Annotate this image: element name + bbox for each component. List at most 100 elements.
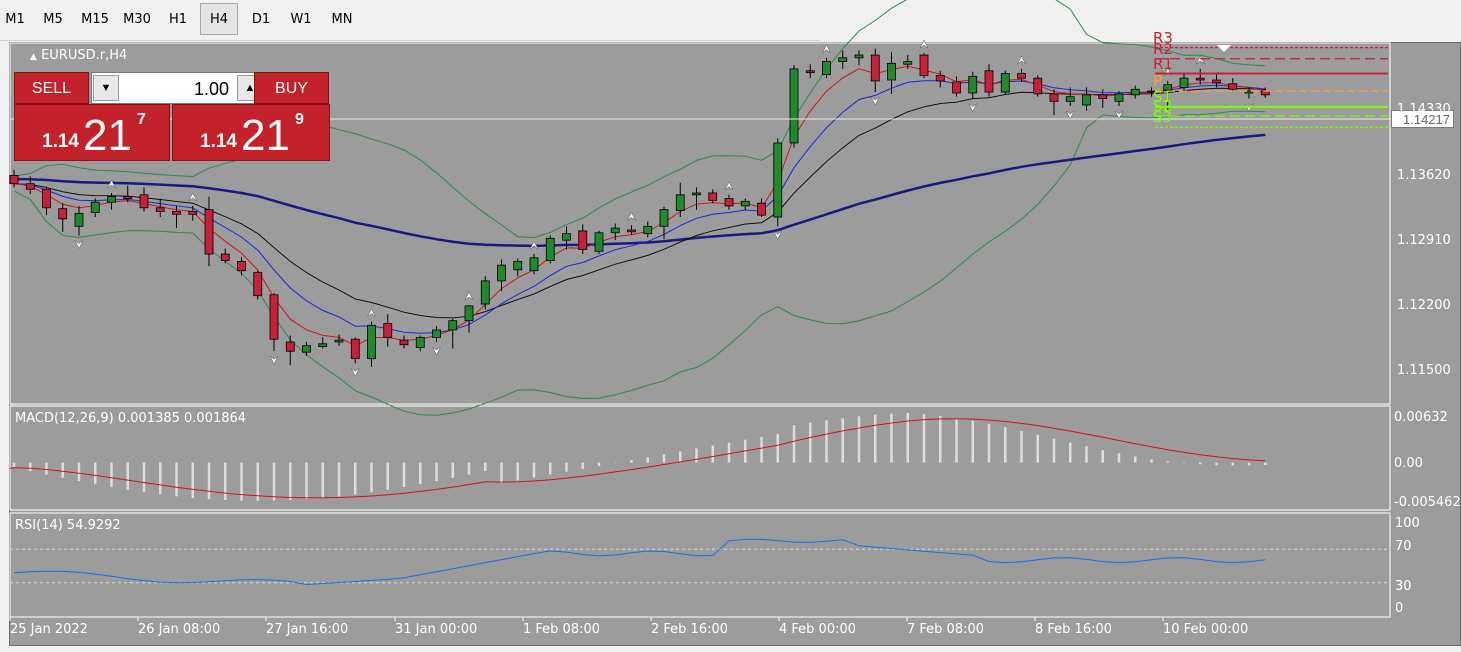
candle-body <box>675 194 685 211</box>
candle-body <box>90 201 100 213</box>
pivot-label-s3: S3 <box>1153 108 1173 127</box>
time-axis-label: 27 Jan 16:00 <box>266 622 349 637</box>
candle-body <box>172 211 181 215</box>
candle-body <box>334 339 344 343</box>
candle-body <box>610 227 620 234</box>
candle-body <box>497 264 506 282</box>
time-axis-label: 2 Feb 16:00 <box>651 622 729 637</box>
price-axis-label: 1.12910 <box>1397 233 1451 248</box>
time-axis-label: 4 Feb 00:00 <box>779 622 857 637</box>
candle-body <box>513 261 523 271</box>
rsi-panel <box>9 512 1391 618</box>
candle-body <box>139 194 149 209</box>
candle-body <box>838 57 848 62</box>
price-axis-label: 1.11500 <box>1397 363 1451 378</box>
price-axis-label: 1.14330 <box>1397 102 1451 117</box>
candle-body <box>935 74 945 82</box>
time-axis-label: 1 Feb 08:00 <box>523 622 601 637</box>
candle-body <box>968 75 978 94</box>
buy-price-box[interactable]: 1.14 21 9 <box>172 104 330 161</box>
candle-body <box>627 229 636 233</box>
candle-body <box>789 68 799 144</box>
candle-body <box>350 338 360 360</box>
candle-body <box>952 81 961 94</box>
candle-body <box>773 142 783 218</box>
candle-body <box>1114 93 1124 102</box>
candle-body <box>42 188 51 209</box>
lot-size-field[interactable]: ▼ 1.00 ▲ <box>91 72 265 104</box>
candle-body <box>1195 77 1205 81</box>
bottom-tab-strip <box>0 646 1461 652</box>
rsi-label: RSI(14) 54.9292 <box>15 518 121 533</box>
candle-body <box>204 209 214 255</box>
candle-body <box>578 230 588 250</box>
candle-body <box>9 174 19 185</box>
one-click-trade-panel: SELL ▼ 1.00 ▲ BUY 1.14 21 7 1.14 21 9 <box>14 72 330 161</box>
candle-body <box>594 232 604 252</box>
candle-body <box>123 196 133 199</box>
candle-body <box>25 183 35 190</box>
candle-body <box>285 341 295 352</box>
candle-body <box>805 70 815 74</box>
sell-price-box[interactable]: 1.14 21 7 <box>14 104 170 161</box>
candle-body <box>188 211 198 215</box>
time-axis-label: 25 Jan 2022 <box>10 622 88 637</box>
candle-body <box>1033 77 1043 95</box>
buy-price-pips: 21 <box>241 111 290 160</box>
rsi-axis-label: 70 <box>1395 539 1412 554</box>
candle-body <box>448 320 458 331</box>
candle-body <box>887 62 896 81</box>
rsi-axis-label: 30 <box>1395 579 1412 594</box>
candle-body <box>1065 96 1075 102</box>
sell-button[interactable]: SELL <box>14 72 89 104</box>
candle-body <box>870 54 880 82</box>
candle-body <box>724 198 734 207</box>
candle-body <box>545 237 555 261</box>
sell-price-pips: 21 <box>83 111 132 160</box>
candle-body <box>1179 77 1189 88</box>
candle-body <box>237 261 246 272</box>
candle-body <box>1017 73 1026 79</box>
buy-price-prefix: 1.14 <box>200 131 237 152</box>
time-axis-label: 8 Feb 16:00 <box>1035 622 1113 637</box>
candle-body <box>367 324 376 360</box>
price-axis-label: 1.12200 <box>1397 298 1451 313</box>
candle-body <box>74 212 84 227</box>
candle-body <box>415 336 425 348</box>
candle-body <box>464 305 474 322</box>
candle-body <box>562 233 571 241</box>
candle-body <box>1212 79 1221 84</box>
candle-body <box>903 61 913 65</box>
sell-price-fraction: 7 <box>137 111 146 128</box>
macd-axis-label: -0.005462 <box>1394 495 1461 510</box>
candle-body <box>58 208 68 220</box>
candle-body <box>383 323 393 338</box>
candle-body <box>1049 93 1059 102</box>
candle-body <box>1228 83 1238 90</box>
buy-button[interactable]: BUY <box>254 72 329 104</box>
candle-body <box>107 196 116 203</box>
lot-size-value: 1.00 <box>193 79 229 99</box>
symbol-label: ▲ EURUSD.r,H4 <box>30 48 128 63</box>
candle-body <box>529 257 539 272</box>
macd-label: MACD(12,26,9) 0.001385 0.001864 <box>15 411 247 426</box>
candle-body <box>659 209 669 227</box>
candle-body <box>399 339 409 346</box>
candle-body <box>1098 94 1108 99</box>
candle-body <box>757 202 766 216</box>
candle-body <box>822 61 831 75</box>
candle-body <box>480 280 490 305</box>
candle-body <box>1000 73 1010 93</box>
lot-decrease-button[interactable]: ▼ <box>93 75 119 101</box>
rsi-axis-label: 100 <box>1395 516 1420 531</box>
candle-body <box>155 207 165 212</box>
candle-body <box>253 272 263 297</box>
candle-body <box>643 225 653 235</box>
macd-axis-label: 0.00632 <box>1394 410 1448 425</box>
time-axis-label: 26 Jan 08:00 <box>138 622 221 637</box>
candle-body <box>432 329 441 338</box>
candle-body <box>269 294 279 340</box>
candle-body <box>984 70 994 93</box>
candle-body <box>919 54 929 76</box>
buy-price-fraction: 9 <box>295 111 304 128</box>
